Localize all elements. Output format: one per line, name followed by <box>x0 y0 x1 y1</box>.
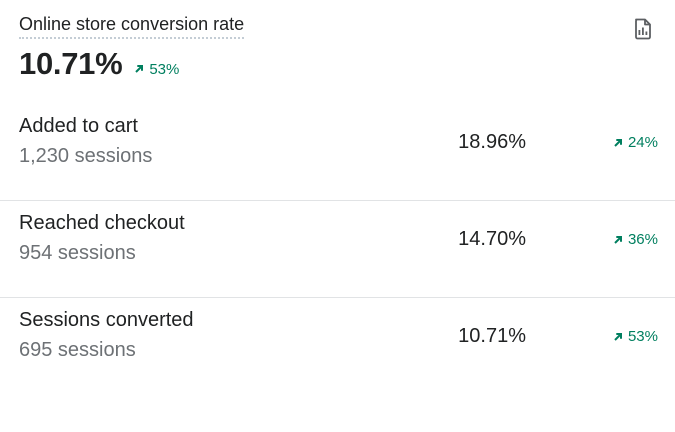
conversion-rate-card: Online store conversion rate 10.71% 53% … <box>0 0 675 432</box>
view-report-button[interactable] <box>628 14 658 44</box>
funnel-step-sessions: 695 sessions <box>19 339 136 361</box>
funnel-step-rate: 10.71% <box>458 325 526 347</box>
funnel-step-trend: 53% <box>613 328 658 345</box>
card-title[interactable]: Online store conversion rate <box>19 12 245 39</box>
trend-up-arrow-icon <box>614 235 622 244</box>
funnel-step-trend: 24% <box>613 134 658 151</box>
funnel-step-change: 53% <box>627 328 658 345</box>
funnel-step-label: Sessions converted <box>19 309 194 331</box>
conversion-rate-value: 10.71% <box>19 46 123 81</box>
main-metric: 10.71% 53% <box>19 46 179 82</box>
funnel-step-sessions: 954 sessions <box>19 242 136 264</box>
funnel-row-sessions-converted: Sessions converted 695 sessions 10.71% 5… <box>0 298 675 395</box>
funnel-step-trend: 36% <box>613 231 658 248</box>
conversion-rate-trend: 53% <box>134 61 179 78</box>
funnel-step-label: Reached checkout <box>19 212 185 234</box>
trend-up-arrow-icon <box>614 138 622 147</box>
funnel-step-rate: 14.70% <box>458 228 526 250</box>
card-header: Online store conversion rate <box>19 12 245 39</box>
funnel-step-change: 24% <box>627 134 658 151</box>
conversion-rate-change: 53% <box>149 60 180 78</box>
funnel-step-change: 36% <box>627 231 658 248</box>
report-icon <box>633 18 653 40</box>
trend-up-arrow-icon <box>614 332 622 341</box>
funnel-step-sessions: 1,230 sessions <box>19 145 153 167</box>
funnel-step-rate: 18.96% <box>458 131 526 153</box>
funnel-row-reached-checkout: Reached checkout 954 sessions 14.70% 36% <box>0 201 675 298</box>
funnel-row-added-to-cart: Added to cart 1,230 sessions 18.96% 24% <box>0 104 675 201</box>
trend-up-arrow-icon <box>135 65 144 73</box>
funnel-step-label: Added to cart <box>19 115 138 137</box>
